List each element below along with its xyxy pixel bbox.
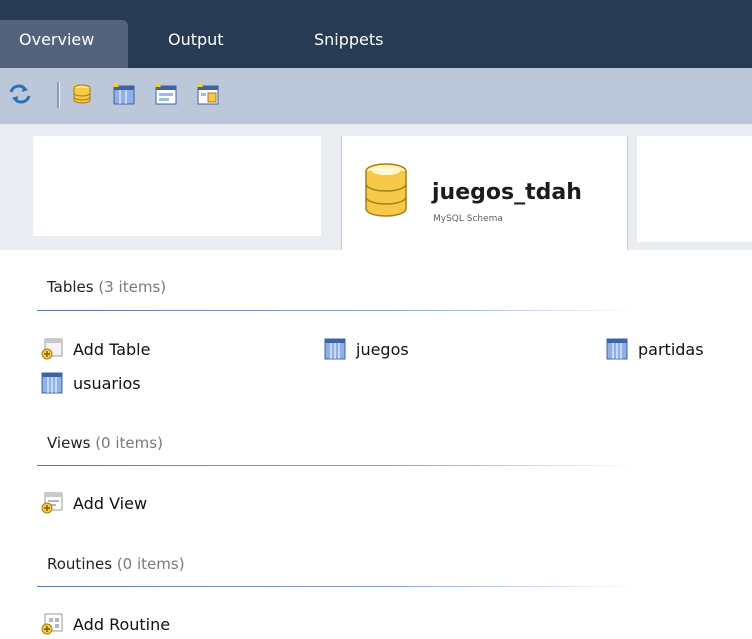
routines-section-header: Routines (0 items)	[47, 555, 185, 573]
tab-output[interactable]: Output	[168, 20, 224, 68]
editor-tab-bar: Overview Output Snippets	[0, 0, 752, 68]
schema-header-left-panel	[33, 136, 321, 236]
add-routine-icon[interactable]	[196, 82, 220, 106]
add-view-icon	[41, 492, 63, 514]
tables-section-header: Tables (3 items)	[47, 278, 166, 296]
add-schema-icon[interactable]	[70, 82, 94, 106]
add-routine-item[interactable]: Add Routine	[41, 612, 170, 636]
add-routine-icon	[41, 613, 63, 635]
schema-name: juegos_tdah	[432, 180, 582, 205]
add-table-label: Add Table	[73, 339, 151, 359]
tables-item-count: (3 items)	[98, 278, 167, 296]
add-table-icon[interactable]	[112, 82, 136, 106]
routines-section-title: Routines	[47, 555, 113, 573]
table-name: usuarios	[73, 373, 141, 393]
tab-snippets[interactable]: Snippets	[314, 20, 384, 68]
views-section-header: Views (0 items)	[47, 434, 163, 452]
views-item-count: (0 items)	[95, 434, 163, 452]
add-table-icon	[41, 338, 63, 360]
add-table-item[interactable]: Add Table	[41, 337, 150, 361]
table-icon	[41, 372, 63, 394]
schema-header-area: juegos_tdah MySQL Schema	[0, 124, 752, 250]
table-icon	[324, 338, 346, 360]
add-view-icon[interactable]	[154, 82, 178, 106]
add-routine-label: Add Routine	[73, 614, 171, 634]
tables-section-title: Tables	[47, 278, 94, 296]
schema-header-right-panel	[637, 136, 752, 242]
add-view-label: Add View	[73, 493, 148, 513]
table-item-usuarios[interactable]: usuarios	[41, 371, 141, 395]
schema-type: MySQL Schema	[433, 214, 503, 224]
toolbar	[0, 68, 752, 124]
database-icon	[365, 163, 407, 217]
add-view-item[interactable]: Add View	[41, 491, 147, 515]
schema-card: juegos_tdah MySQL Schema	[341, 136, 628, 250]
routines-item-count: (0 items)	[116, 555, 185, 573]
refresh-icon[interactable]	[8, 82, 32, 106]
tables-section-divider	[37, 310, 640, 311]
views-section-divider	[37, 465, 640, 466]
tab-overview[interactable]: Overview	[0, 20, 129, 68]
toolbar-separator	[57, 82, 60, 108]
table-item-juegos[interactable]: juegos	[324, 337, 409, 361]
table-item-partidas[interactable]: partidas	[606, 337, 704, 361]
table-name: juegos	[356, 339, 409, 359]
table-icon	[606, 338, 628, 360]
routines-section-divider	[37, 586, 640, 587]
views-section-title: Views	[47, 434, 91, 452]
table-name: partidas	[638, 339, 704, 359]
